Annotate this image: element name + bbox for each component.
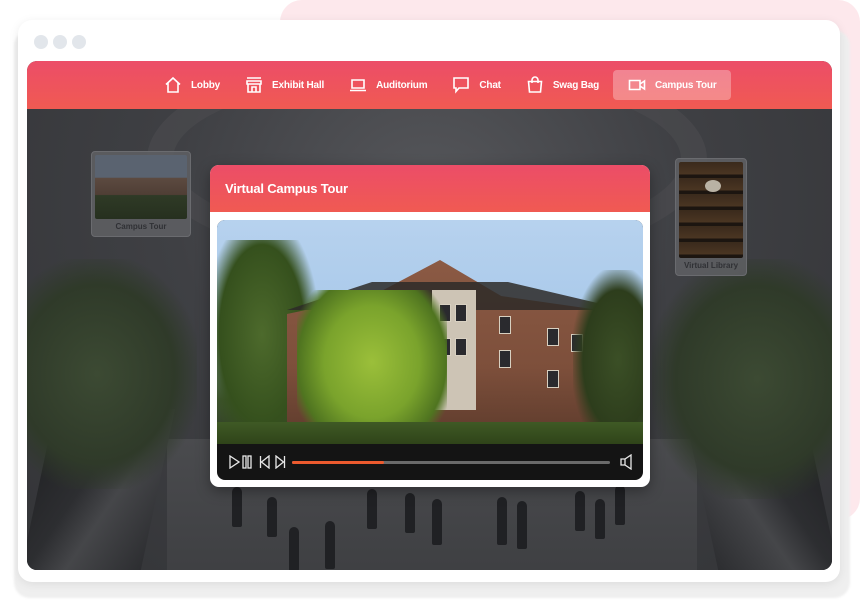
- scene-plant-left: [27, 259, 197, 489]
- chat-bubble-icon: [453, 77, 470, 94]
- video-controls: [217, 444, 643, 480]
- nav-item-exhibit-hall[interactable]: Exhibit Hall: [234, 70, 334, 100]
- pause-icon: [242, 455, 252, 469]
- nav-item-label: Exhibit Hall: [272, 79, 325, 91]
- nav-item-campus-tour[interactable]: Campus Tour: [613, 70, 731, 100]
- scene-plant-right: [652, 259, 832, 499]
- video-camera-icon: [628, 79, 646, 91]
- video-tree: [573, 270, 643, 444]
- nav-item-swag-bag[interactable]: Swag Bag: [515, 70, 609, 100]
- video-tree: [297, 290, 447, 444]
- video-window: [499, 316, 511, 334]
- sign-label: Campus Tour: [115, 222, 167, 231]
- window-dot-close[interactable]: [34, 35, 48, 49]
- scene-avatar: [267, 497, 277, 537]
- nav-item-label: Auditorium: [376, 79, 428, 91]
- scene-avatar: [517, 501, 527, 549]
- shopping-bag-icon: [527, 76, 543, 93]
- modal-title: Virtual Campus Tour: [225, 181, 348, 196]
- volume-icon: [620, 454, 632, 470]
- skip-back-button[interactable]: [259, 455, 270, 469]
- virtual-library-thumbnail: [679, 162, 743, 258]
- video-window: [547, 328, 559, 346]
- campus-tour-thumbnail: [95, 155, 187, 219]
- laptop-icon: [350, 79, 367, 92]
- nav-item-lobby[interactable]: Lobby: [153, 70, 230, 100]
- scene-avatar: [405, 493, 415, 533]
- video-lawn: [217, 422, 643, 444]
- scene-avatar: [325, 521, 335, 569]
- window-dot-maximize[interactable]: [72, 35, 86, 49]
- virtual-event-app: Lobby Exhibit Hall Auditorium Chat Swag …: [27, 61, 832, 570]
- home-icon: [165, 76, 181, 93]
- scene-avatar: [497, 497, 507, 545]
- video-window: [455, 304, 467, 322]
- modal-header: Virtual Campus Tour: [210, 165, 650, 212]
- video-window: [547, 370, 559, 388]
- window-controls: [34, 35, 86, 49]
- window-dot-minimize[interactable]: [53, 35, 67, 49]
- skip-back-icon: [259, 455, 270, 469]
- video-window: [499, 350, 511, 368]
- video-progress-fill: [292, 460, 385, 464]
- storefront-icon: [246, 77, 262, 93]
- play-button[interactable]: [229, 455, 240, 469]
- nav-item-label: Swag Bag: [552, 79, 600, 91]
- top-navigation: Lobby Exhibit Hall Auditorium Chat Swag …: [27, 61, 832, 109]
- pause-button[interactable]: [242, 455, 252, 469]
- nav-item-label: Chat: [479, 79, 501, 91]
- video-frame[interactable]: [217, 220, 643, 444]
- campus-tour-modal: Virtual Campus Tour: [210, 165, 650, 487]
- video-progress-bar[interactable]: [292, 460, 610, 464]
- scene-avatar: [595, 499, 605, 539]
- scene-avatar: [615, 485, 625, 525]
- stage: Lobby Exhibit Hall Auditorium Chat Swag …: [0, 0, 860, 600]
- video-player[interactable]: [217, 220, 643, 480]
- volume-button[interactable]: [620, 454, 633, 470]
- skip-forward-button[interactable]: [275, 455, 286, 469]
- virtual-library-sign[interactable]: Virtual Library: [675, 158, 747, 276]
- campus-tour-sign[interactable]: Campus Tour: [91, 151, 191, 237]
- scene-avatar: [432, 499, 442, 545]
- scene-avatar: [232, 487, 242, 527]
- play-icon: [229, 455, 240, 469]
- nav-item-chat[interactable]: Chat: [441, 70, 510, 100]
- skip-forward-icon: [275, 455, 286, 469]
- video-window: [455, 338, 467, 356]
- scene-avatar: [289, 527, 299, 570]
- browser-window: Lobby Exhibit Hall Auditorium Chat Swag …: [18, 20, 840, 582]
- scene-avatar: [367, 489, 377, 529]
- scene-avatar: [575, 491, 585, 531]
- sign-label: Virtual Library: [683, 261, 739, 270]
- nav-item-label: Campus Tour: [655, 79, 717, 91]
- nav-item-auditorium[interactable]: Auditorium: [338, 70, 437, 100]
- nav-item-label: Lobby: [191, 79, 220, 91]
